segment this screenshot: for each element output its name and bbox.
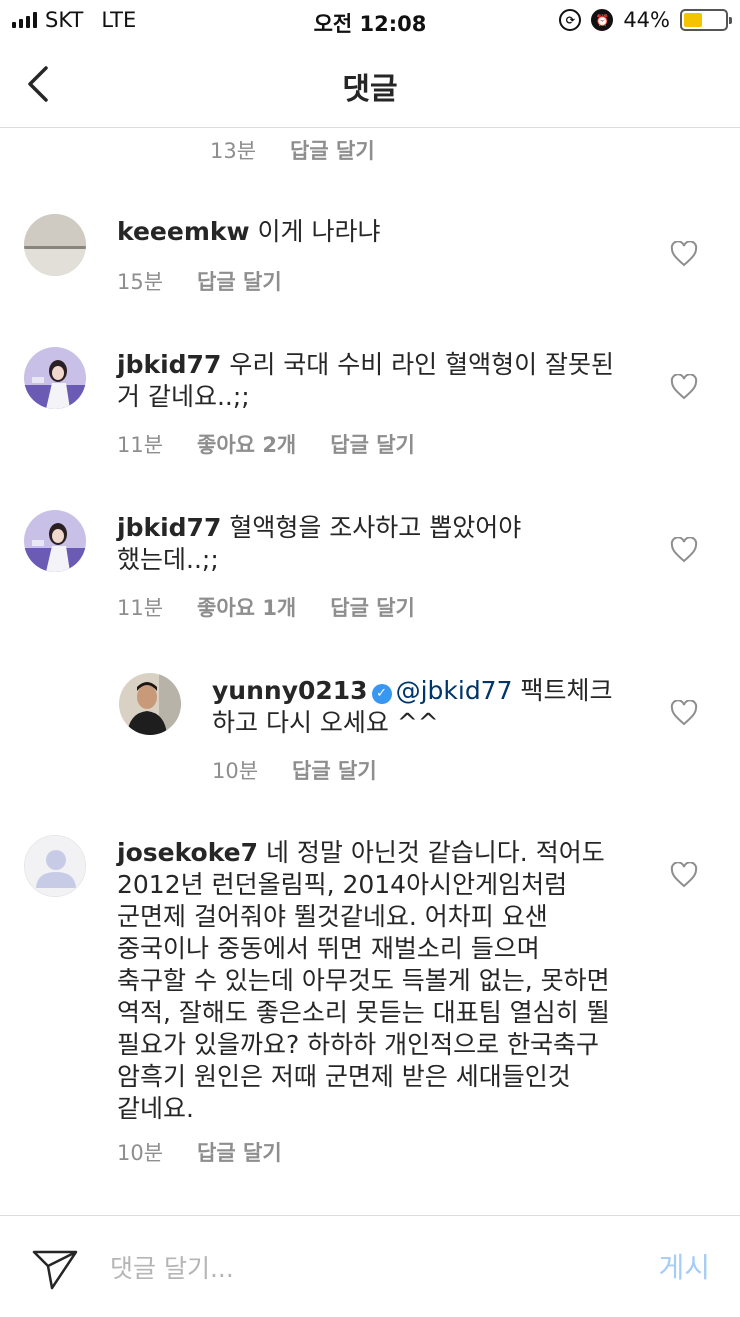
comment-list[interactable]: 13분 답글 달기 keeemkw 이게 나라냐 15분 답글 달기 jbkid… (0, 128, 740, 1215)
comment-text: 중국이나 중동에서 뛰면 재벌소리 들으며 (117, 934, 540, 963)
status-bar: SKT LTE 오전 12:08 ⟳ ⏰ 44% (0, 0, 740, 40)
comment-input[interactable] (110, 1246, 620, 1290)
avatar[interactable] (24, 510, 86, 572)
comment-username[interactable]: jbkid77 (117, 350, 221, 379)
heart-icon[interactable] (670, 862, 698, 888)
comment-username[interactable]: josekoke7 (117, 838, 258, 867)
comment-time: 11분 (117, 433, 164, 457)
comment-mention[interactable]: @jbkid77 (396, 676, 513, 705)
comment-body: keeemkw 이게 나라냐 (117, 216, 657, 248)
back-button[interactable] (22, 62, 62, 106)
comment-text: 같네요. (117, 1094, 194, 1123)
chevron-left-icon (28, 66, 48, 102)
comment-text: 혈액형을 조사하고 뽑았어야 (229, 513, 522, 542)
avatar-image (24, 510, 86, 572)
comment-text: 축구할 수 있는데 아무것도 득볼게 없는, 못하면 (117, 966, 610, 995)
heart-icon[interactable] (670, 537, 698, 563)
comment-text: 2012년 런던올림픽, 2014아시안게임처럼 (117, 870, 568, 899)
comment-time: 10분 (212, 759, 259, 783)
comment-text: 우리 국대 수비 라인 혈액형이 잘못된 (229, 350, 615, 379)
comment-time: 11분 (117, 596, 164, 620)
reply-button[interactable]: 답글 달기 (197, 1137, 282, 1167)
comment-text: 암흑기 원인은 저때 군면제 받은 세대들인것 (117, 1062, 571, 1091)
comment-username[interactable]: keeemkw (117, 217, 250, 246)
comment-text: 거 같네요..;; (117, 382, 250, 411)
comment-composer: 게시 (0, 1215, 740, 1317)
comment-meta: 10분 답글 달기 (212, 755, 377, 785)
comment-body: josekoke7 네 정말 아닌것 같습니다. 적어도 2012년 런던올림픽… (117, 837, 677, 1125)
heart-icon[interactable] (670, 241, 698, 267)
comment-text: 네 정말 아닌것 같습니다. 적어도 (265, 838, 605, 867)
comment-text: 했는데..;; (117, 545, 219, 574)
avatar[interactable] (119, 673, 181, 735)
comment-item: keeemkw 이게 나라냐 15분 답글 달기 (0, 214, 740, 324)
send-icon[interactable] (30, 1246, 80, 1292)
comment-body: jbkid77 우리 국대 수비 라인 혈액형이 잘못된 거 같네요..;; (117, 349, 657, 413)
comment-meta: 11분 좋아요 1개 답글 달기 (117, 592, 415, 622)
comment-text: 팩트체크 (520, 676, 613, 705)
comment-reply-item: yunny0213 ✓ @jbkid77 팩트체크 하고 다시 오세요 ^^ 10분… (0, 673, 740, 813)
alarm-icon: ⏰ (591, 9, 614, 31)
comment-time: 10분 (117, 1141, 164, 1165)
page-title: 댓글 (342, 72, 398, 107)
post-button[interactable]: 게시 (658, 1246, 710, 1286)
verified-badge-icon: ✓ (371, 684, 392, 704)
reply-button[interactable]: 답글 달기 (330, 592, 415, 622)
avatar-image (119, 673, 181, 735)
comment-item: josekoke7 네 정말 아닌것 같습니다. 적어도 2012년 런던올림픽… (0, 835, 740, 1175)
heart-icon[interactable] (670, 374, 698, 400)
comment-username[interactable]: jbkid77 (117, 513, 221, 542)
comment-text: 역적, 잘해도 좋은소리 못듣는 대표팀 열심히 뛸 (117, 998, 610, 1027)
status-right: ⟳ ⏰ 44% (559, 8, 732, 32)
avatar[interactable] (24, 214, 86, 276)
comment-body: jbkid77 혈액형을 조사하고 뽑았어야 했는데..;; (117, 512, 657, 576)
battery-percent: 44% (623, 8, 670, 32)
avatar[interactable] (24, 835, 86, 897)
reply-button[interactable]: 답글 달기 (290, 135, 375, 165)
comment-text: 이게 나라냐 (257, 217, 381, 246)
avatar-image (24, 347, 86, 409)
reply-button[interactable]: 답글 달기 (330, 429, 415, 459)
comment-item: jbkid77 혈액형을 조사하고 뽑았어야 했는데..;; 11분 좋아요 1… (0, 510, 740, 650)
comment-text: 하고 다시 오세요 ^^ (212, 708, 439, 737)
rotation-lock-icon: ⟳ (559, 9, 582, 31)
comment-meta: 13분 답글 달기 (210, 135, 375, 165)
comment-username[interactable]: yunny0213 (212, 676, 368, 705)
reply-button[interactable]: 답글 달기 (292, 755, 377, 785)
comment-time: 13분 (210, 139, 257, 163)
avatar-image (24, 214, 86, 276)
comment-meta: 15분 답글 달기 (117, 266, 282, 296)
comment-meta: 10분 답글 달기 (117, 1137, 282, 1167)
default-avatar-icon (25, 836, 85, 896)
heart-icon[interactable] (670, 700, 698, 726)
comment-item: jbkid77 우리 국대 수비 라인 혈액형이 잘못된 거 같네요..;; 1… (0, 347, 740, 487)
comment-text: 군면제 걸어줘야 뛸것같네요. 어차피 요샌 (117, 902, 548, 931)
comment-body: yunny0213 ✓ @jbkid77 팩트체크 하고 다시 오세요 ^^ (212, 675, 662, 739)
likes-count[interactable]: 좋아요 2개 (197, 429, 296, 459)
comment-text: 필요가 있을까요? 하하하 개인적으로 한국축구 (117, 1030, 600, 1059)
likes-count[interactable]: 좋아요 1개 (197, 592, 296, 622)
battery-icon (680, 9, 732, 31)
reply-button[interactable]: 답글 달기 (197, 266, 282, 296)
comment-meta: 11분 좋아요 2개 답글 달기 (117, 429, 415, 459)
avatar[interactable] (24, 347, 86, 409)
nav-bar: 댓글 (0, 40, 740, 128)
comment-time: 15분 (117, 270, 164, 294)
